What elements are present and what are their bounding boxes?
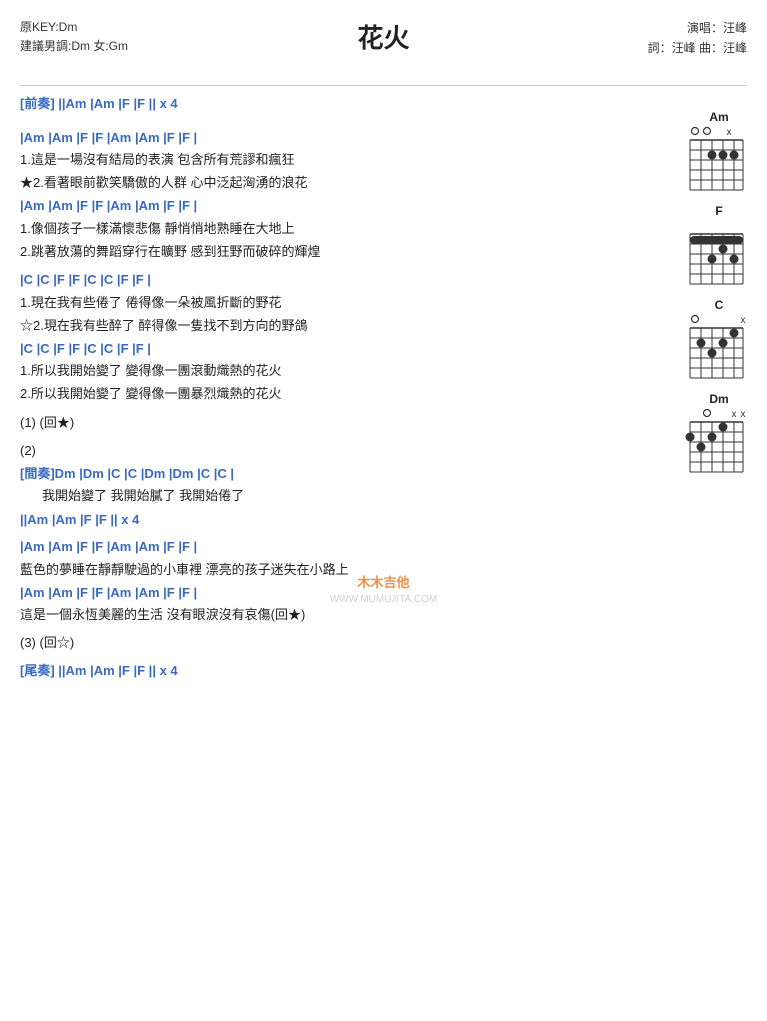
chord-c-svg: x: [685, 314, 747, 382]
lyric-cb-1: 1.所以我開始變了 變得像一團滾動熾熱的花火: [20, 361, 662, 381]
lyric-v2b: 這是一個永恆美麗的生活 沒有眼淚沒有哀傷(回★): [20, 605, 662, 625]
lyric-v1b-2: 2.跳著放蕩的舞蹈穿行在曠野 感到狂野而破碎的輝煌: [20, 242, 662, 262]
verse1b-lyric2: 2.跳著放蕩的舞蹈穿行在曠野 感到狂野而破碎的輝煌: [20, 242, 662, 262]
song-title: 花火: [20, 18, 747, 55]
chord-f-name: F: [685, 204, 753, 218]
verse2a-chords-row: |Am |Am |F |F |Am |Am |F |F |: [20, 537, 662, 557]
page: 原KEY:Dm 建議男調:Dm 女:Gm 花火 演唱：汪峰 詞：汪峰 曲：汪峰 …: [0, 0, 767, 1021]
verse2b-chords-row: |Am |Am |F |F |Am |Am |F |F |: [20, 583, 662, 603]
verse2a-chord-line: |Am |Am |F |F |Am |Am |F |F |: [20, 537, 662, 557]
chord-am: Am x: [685, 110, 753, 194]
verse2b-lyric: 這是一個永恆美麗的生活 沒有眼淚沒有哀傷(回★): [20, 605, 662, 625]
return1: (1) (回★): [20, 413, 662, 433]
chord-diagrams: Am x: [685, 110, 753, 476]
outro-chords: [尾奏] ||Am |Am |F |F || x 4: [20, 661, 662, 681]
part2-label: (2): [20, 441, 662, 461]
chord-dm-svg: x x: [685, 408, 747, 476]
chorusb-chord-line: |C |C |F |F |C |C |F |F |: [20, 339, 662, 359]
chorusb-lyric2: 2.所以我開始變了 變得像一團暴烈熾熱的花火: [20, 384, 662, 404]
lyric-ca-1: 1.現在我有些倦了 倦得像一朵被風折斷的野花: [20, 293, 662, 313]
header-area: 原KEY:Dm 建議男調:Dm 女:Gm 花火 演唱：汪峰 詞：汪峰 曲：汪峰: [20, 18, 747, 75]
verse2b-chord-line: |Am |Am |F |F |Am |Am |F |F |: [20, 583, 662, 603]
prelude-chords: [前奏] ||Am |Am |F |F || x 4: [20, 94, 662, 114]
lyric-v1b-1: 1.像個孩子一樣滿懷悲傷 靜悄悄地熟睡在大地上: [20, 219, 662, 239]
outro-section: [尾奏] ||Am |Am |F |F || x 4: [20, 661, 662, 681]
svg-text:x: x: [732, 409, 737, 420]
verse1a-chords-row: |Am |Am |F |F |Am |Am |F |F |: [20, 128, 662, 148]
chorusa-chord-line: |C |C |F |F |C |C |F |F |: [20, 270, 662, 290]
lyric-interlude: 我開始變了 我開始膩了 我開始倦了: [42, 486, 662, 506]
interlude-chords-row: [間奏]Dm |Dm |C |C |Dm |Dm |C |C |: [20, 464, 662, 484]
chord-dm-name: Dm: [685, 392, 753, 406]
part2-label-text: (2): [20, 441, 662, 461]
return1-text: (1) (回★): [20, 413, 662, 433]
singer: 演唱：汪峰: [648, 18, 747, 38]
verse2a-lyric: 藍色的夢睡在靜靜駛過的小車裡 漂亮的孩子迷失在小路上: [20, 560, 662, 580]
key-info: 原KEY:Dm 建議男調:Dm 女:Gm: [20, 18, 128, 56]
chord-f: F: [685, 204, 753, 288]
lyric-cb-2: 2.所以我開始變了 變得像一團暴烈熾熱的花火: [20, 384, 662, 404]
lyric-v1a-2: ★2.看著眼前歡笑驕傲的人群 心中泛起洶湧的浪花: [20, 173, 662, 193]
divider-top: [20, 85, 747, 86]
chorusa-lyric2: ☆2.現在我有些醉了 醉得像一隻找不到方向的野鴿: [20, 316, 662, 336]
interlude-repeat-line: ||Am |Am |F |F || x 4: [20, 510, 662, 530]
svg-text:x: x: [727, 127, 732, 138]
chord-am-name: Am: [685, 110, 753, 124]
interlude-lyric: 我開始變了 我開始膩了 我開始倦了: [20, 486, 662, 506]
interlude-chord-line: [間奏]Dm |Dm |C |C |Dm |Dm |C |C |: [20, 464, 662, 484]
chord-c: C x: [685, 298, 753, 382]
performer-info: 演唱：汪峰 詞：汪峰 曲：汪峰: [648, 18, 747, 59]
chorusa-chords-row: |C |C |F |F |C |C |F |F |: [20, 270, 662, 290]
verse1b-chords-row: |Am |Am |F |F |Am |Am |F |F |: [20, 196, 662, 216]
original-key: 原KEY:Dm: [20, 18, 128, 37]
prelude-section: [前奏] ||Am |Am |F |F || x 4: [20, 94, 662, 114]
suggested-key: 建議男調:Dm 女:Gm: [20, 37, 128, 56]
chord-f-svg: [685, 220, 747, 288]
verse1a-lyric1: 1.這是一場沒有結局的表演 包含所有荒謬和瘋狂: [20, 150, 662, 170]
verse1a-lyric2: ★2.看著眼前歡笑驕傲的人群 心中泛起洶湧的浪花: [20, 173, 662, 193]
chord-dm: Dm x x: [685, 392, 753, 476]
chorusb-lyric1: 1.所以我開始變了 變得像一團滾動熾熱的花火: [20, 361, 662, 381]
lyric-v1a-1: 1.這是一場沒有結局的表演 包含所有荒謬和瘋狂: [20, 150, 662, 170]
credits: 詞：汪峰 曲：汪峰: [648, 38, 747, 58]
chord-am-svg: x: [685, 126, 747, 194]
svg-text:x: x: [741, 315, 746, 326]
part3-label-text: (3) (回☆): [20, 633, 662, 653]
chorusb-chords-row: |C |C |F |F |C |C |F |F |: [20, 339, 662, 359]
main-content: [前奏] ||Am |Am |F |F || x 4 |Am |Am |F |F…: [20, 94, 747, 681]
lyric-v2a: 藍色的夢睡在靜靜駛過的小車裡 漂亮的孩子迷失在小路上: [20, 560, 662, 580]
verse1b-lyric1: 1.像個孩子一樣滿懷悲傷 靜悄悄地熟睡在大地上: [20, 219, 662, 239]
verse1a-chord-line: |Am |Am |F |F |Am |Am |F |F |: [20, 128, 662, 148]
svg-text:x: x: [741, 409, 746, 420]
lyric-ca-2: ☆2.現在我有些醉了 醉得像一隻找不到方向的野鴿: [20, 316, 662, 336]
interlude-repeat: ||Am |Am |F |F || x 4: [20, 510, 662, 530]
part3-label: (3) (回☆): [20, 633, 662, 653]
chord-c-name: C: [685, 298, 753, 312]
verse1b-chord-line: |Am |Am |F |F |Am |Am |F |F |: [20, 196, 662, 216]
chorusa-lyric1: 1.現在我有些倦了 倦得像一朵被風折斷的野花: [20, 293, 662, 313]
